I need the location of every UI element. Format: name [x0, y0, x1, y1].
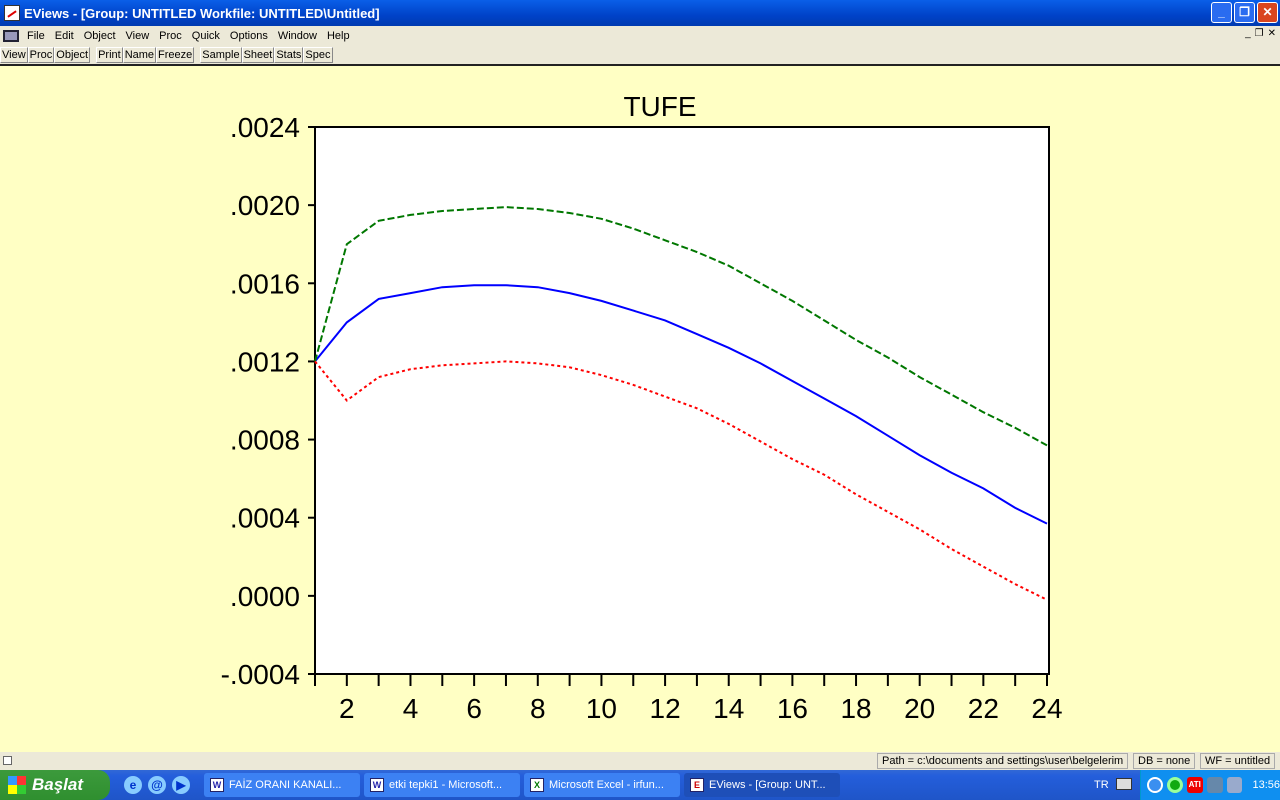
x-tick-label: 10	[586, 693, 617, 724]
x-tick-label: 18	[840, 693, 871, 724]
task-excel[interactable]: X Microsoft Excel - irfun...	[524, 773, 680, 797]
eviews-app-icon	[4, 5, 20, 21]
outlook-express-icon[interactable]: @	[148, 776, 166, 794]
media-player-icon[interactable]: ▶	[172, 776, 190, 794]
network-connection-icon[interactable]	[1226, 777, 1243, 793]
window-title: EViews - [Group: UNTITLED Workfile: UNTI…	[24, 5, 380, 21]
menu-quick[interactable]: Quick	[187, 30, 225, 42]
mdi-minimize-button[interactable]: _	[1245, 28, 1251, 39]
word-icon: W	[370, 778, 384, 792]
print-button[interactable]: Print	[96, 46, 123, 63]
view-button[interactable]: View	[0, 46, 28, 63]
x-tick-label: 16	[777, 693, 808, 724]
menu-edit[interactable]: Edit	[50, 30, 79, 42]
x-tick-label: 24	[1031, 693, 1062, 724]
menu-proc[interactable]: Proc	[154, 30, 187, 42]
y-tick-label: .0024	[230, 112, 300, 143]
taskbar: Başlat e @ ▶ W FAİZ ORANI KANALI... Wetki…	[0, 770, 1280, 800]
eviews-icon: E	[690, 778, 704, 792]
stats-button[interactable]: Stats	[274, 46, 304, 63]
task-eviews[interactable]: E EViews - [Group: UNT...	[684, 773, 840, 797]
mdi-restore-button[interactable]: ❐	[1255, 28, 1264, 39]
antivirus-icon[interactable]	[1166, 777, 1183, 793]
menu-object[interactable]: Object	[79, 30, 121, 42]
windows-logo-icon	[8, 776, 26, 794]
plot-area	[314, 126, 1050, 675]
ati-icon[interactable]: ATI	[1186, 777, 1203, 793]
proc-button[interactable]: Proc	[27, 46, 55, 63]
network-icon[interactable]	[1206, 777, 1223, 793]
x-tick-label: 2	[339, 693, 355, 724]
menu-window[interactable]: Window	[273, 30, 322, 42]
spec-button[interactable]: Spec	[303, 46, 333, 63]
word-icon: W	[210, 778, 224, 792]
restore-button[interactable]: ❐	[1234, 2, 1255, 23]
object-button[interactable]: Object	[54, 46, 91, 63]
minimize-button[interactable]: _	[1211, 2, 1232, 23]
menu-view[interactable]: View	[121, 30, 155, 42]
sheet-button[interactable]: Sheet	[241, 46, 275, 63]
mdi-close-button[interactable]: ✕	[1268, 28, 1276, 39]
document-icon[interactable]	[3, 29, 19, 42]
y-tick-label: -.0004	[221, 659, 300, 690]
y-tick-label: .0004	[230, 503, 300, 534]
menu-help[interactable]: Help	[322, 30, 355, 42]
start-button[interactable]: Başlat	[0, 770, 110, 800]
task-word-etki[interactable]: Wetki tepki1 - Microsoft...	[364, 773, 520, 797]
status-path: Path = c:\documents and settings\user\be…	[877, 753, 1129, 769]
y-tick-label: .0008	[230, 425, 300, 456]
language-indicator[interactable]: TR	[1094, 779, 1109, 791]
y-tick-label: .0012	[230, 346, 300, 377]
keyboard-icon[interactable]	[1116, 778, 1132, 790]
x-tick-label: 14	[713, 693, 744, 724]
name-button[interactable]: Name	[122, 46, 157, 63]
impulse-response-chart: TUFE -.0004 .0000 .0004 .0008 .0012 .0016 .002…	[221, 91, 1063, 724]
system-tray: ATI 13:56	[1140, 770, 1280, 800]
menu-options[interactable]: Options	[225, 30, 273, 42]
status-wf: WF = untitled	[1200, 753, 1276, 769]
x-tick-label: 22	[968, 693, 999, 724]
resize-grip[interactable]	[3, 756, 12, 765]
status-bar: Path = c:\documents and settings\user\be…	[0, 752, 1280, 770]
menu-bar: File Edit Object View Proc Quick Options…	[0, 26, 1280, 45]
clock: 13:56	[1252, 779, 1280, 791]
object-toolbar: View Proc Object Print Name Freeze Sampl…	[0, 45, 1280, 66]
x-tick-label: 8	[530, 693, 546, 724]
excel-icon: X	[530, 778, 544, 792]
title-bar: EViews - [Group: UNTITLED Workfile: UNTI…	[0, 0, 1280, 26]
x-tick-label: 20	[904, 693, 935, 724]
chart-title: TUFE	[623, 91, 696, 122]
close-button[interactable]: ✕	[1257, 2, 1278, 23]
menu-file[interactable]: File	[22, 30, 50, 42]
task-word-faiz[interactable]: W FAİZ ORANI KANALI...	[204, 773, 360, 797]
internet-explorer-icon[interactable]: e	[124, 776, 142, 794]
y-tick-label: .0020	[230, 190, 300, 221]
x-tick-label: 6	[466, 693, 482, 724]
x-tick-label: 4	[403, 693, 419, 724]
y-tick-label: .0016	[230, 268, 300, 299]
sample-button[interactable]: Sample	[200, 46, 242, 63]
freeze-button[interactable]: Freeze	[156, 46, 195, 63]
y-tick-label: .0000	[230, 581, 300, 612]
show-hidden-icons-button[interactable]	[1147, 777, 1163, 793]
status-db: DB = none	[1133, 753, 1196, 769]
x-tick-label: 12	[650, 693, 681, 724]
